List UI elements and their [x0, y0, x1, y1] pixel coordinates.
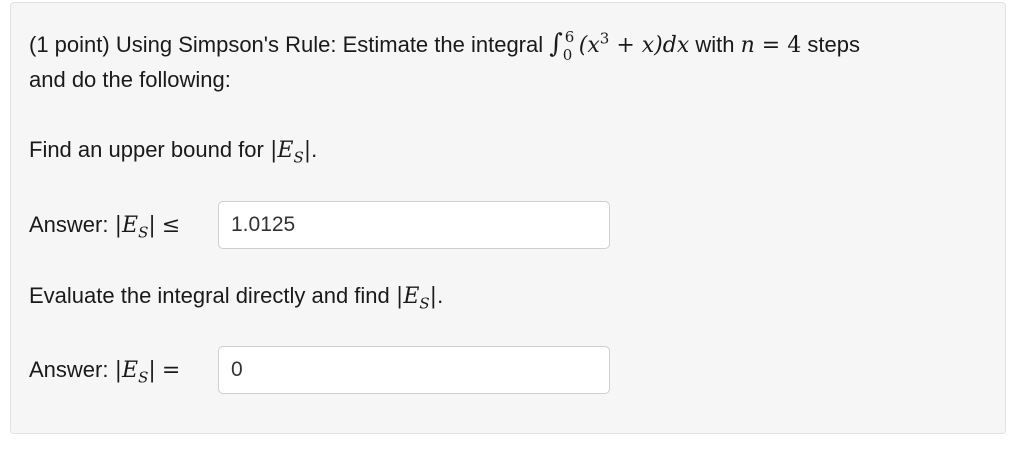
n-equals: = 4	[754, 33, 802, 58]
question-line-1: (1 point) Using Simpson's Rule: Estimate…	[29, 28, 860, 64]
part1-answer-input[interactable]	[218, 201, 610, 249]
error-subscript: S	[138, 223, 149, 242]
error-subscript: S	[419, 294, 430, 313]
question-line-2: and do the following:	[29, 67, 231, 92]
n-variable: n	[740, 33, 755, 58]
error-subscript: S	[293, 148, 304, 167]
part2-prompt: Evaluate the integral directly and find …	[29, 283, 444, 313]
error-letter: E	[122, 358, 139, 383]
problem-card: (1 point) Using Simpson's Rule: Estimate…	[10, 2, 1006, 434]
integrand-exponent: 3	[599, 29, 610, 48]
part1-prompt: Find an upper bound for |ES|.	[29, 137, 318, 167]
n-expression: n = 4	[741, 33, 802, 58]
error-letter: E	[403, 284, 420, 309]
answer-label-text: Answer:	[29, 357, 109, 382]
points-label: (1 point)	[29, 32, 110, 57]
error-abs-expression: |ES|	[395, 284, 438, 313]
integrand-rest: + x)	[609, 33, 663, 58]
error-subscript: S	[138, 368, 149, 387]
error-abs-expression: |ES|	[114, 213, 156, 242]
integrand-differential: dx	[662, 33, 690, 58]
error-abs-expression: |ES|	[269, 138, 312, 167]
relation-symbol: ≤	[161, 213, 181, 238]
part1-answer-label: Answer: |ES| ≤	[29, 210, 180, 241]
part1-prompt-text: Find an upper bound for	[29, 137, 264, 162]
part2-answer-label: Answer: |ES| =	[29, 355, 180, 386]
part2-prompt-text: Evaluate the integral directly and find	[29, 283, 390, 308]
integrand-open: (x	[578, 33, 600, 58]
integral-limits: 60	[563, 28, 577, 64]
integral-lower-limit: 0	[562, 46, 573, 64]
error-abs-expression: |ES|	[114, 358, 156, 387]
integral-expression: ∫ 6 0 (x3 + x)dx	[549, 28, 690, 64]
answer-label-text: Answer:	[29, 212, 109, 237]
part2-answer-input[interactable]	[218, 346, 610, 394]
error-letter: E	[122, 213, 139, 238]
question-intro: Using Simpson's Rule: Estimate the integ…	[115, 32, 544, 57]
with-text: with	[695, 32, 735, 57]
integral-sign: ∫	[549, 29, 563, 59]
relation-symbol: =	[161, 358, 181, 383]
error-letter: E	[277, 138, 294, 163]
steps-text: steps	[807, 32, 860, 57]
